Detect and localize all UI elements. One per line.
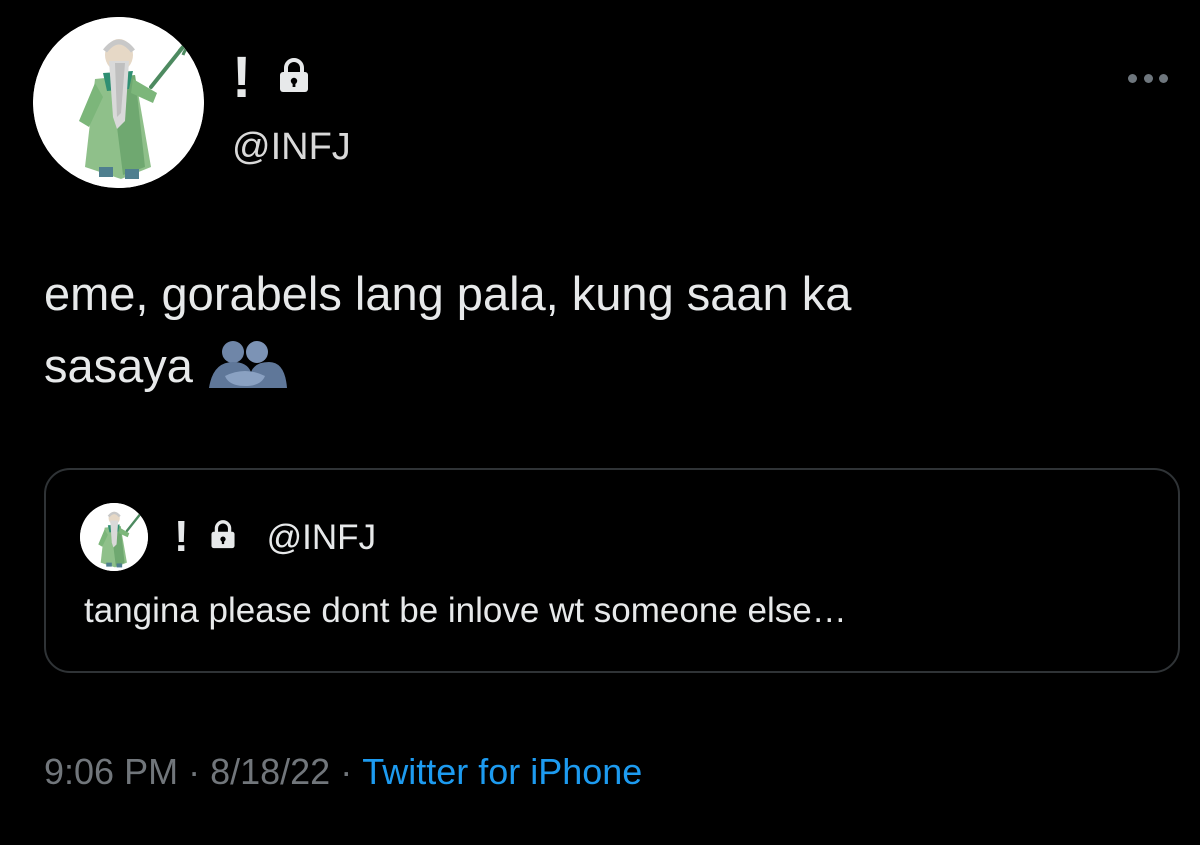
author-name-row: ! bbox=[232, 48, 311, 108]
wizard-avatar-icon bbox=[80, 503, 148, 571]
author-display-name[interactable]: ! bbox=[232, 49, 251, 107]
lock-icon bbox=[277, 57, 311, 99]
meta-separator: · bbox=[188, 751, 201, 792]
tweet-text-line-2-text: sasaya bbox=[44, 339, 193, 392]
tweet-meta: 9:06 PM · 8/18/22 · Twitter for iPhone bbox=[44, 750, 642, 793]
more-dot bbox=[1128, 73, 1137, 83]
quoted-display-name: ! bbox=[174, 512, 189, 561]
quoted-handle: @INFJ bbox=[266, 517, 377, 557]
tweet-source-link[interactable]: Twitter for iPhone bbox=[362, 751, 642, 792]
wizard-avatar-icon bbox=[33, 17, 204, 188]
more-options-button[interactable] bbox=[1128, 66, 1168, 90]
tweet-text: eme, gorabels lang pala, kung saan ka sa… bbox=[44, 258, 1144, 402]
tweet-text-line-1: eme, gorabels lang pala, kung saan ka bbox=[44, 267, 852, 320]
tweet-time[interactable]: 9:06 PM bbox=[44, 751, 178, 792]
people-hugging-emoji-icon bbox=[203, 338, 287, 388]
quoted-author-avatar bbox=[80, 503, 148, 571]
tweet-text-line-2: sasaya bbox=[44, 330, 1144, 402]
quoted-author-row: ! @INFJ bbox=[174, 508, 376, 566]
lock-icon bbox=[209, 519, 237, 555]
author-avatar[interactable] bbox=[33, 17, 204, 188]
quoted-tweet-card[interactable]: ! @INFJ tangina please dont be inlove wt… bbox=[44, 468, 1180, 673]
tweet-date[interactable]: 8/18/22 bbox=[210, 751, 330, 792]
quoted-tweet-text: tangina please dont be inlove wt someone… bbox=[84, 591, 847, 630]
more-dot bbox=[1159, 73, 1168, 83]
meta-separator: · bbox=[340, 751, 353, 792]
more-dot bbox=[1143, 73, 1153, 83]
author-handle[interactable]: @INFJ bbox=[232, 128, 351, 166]
